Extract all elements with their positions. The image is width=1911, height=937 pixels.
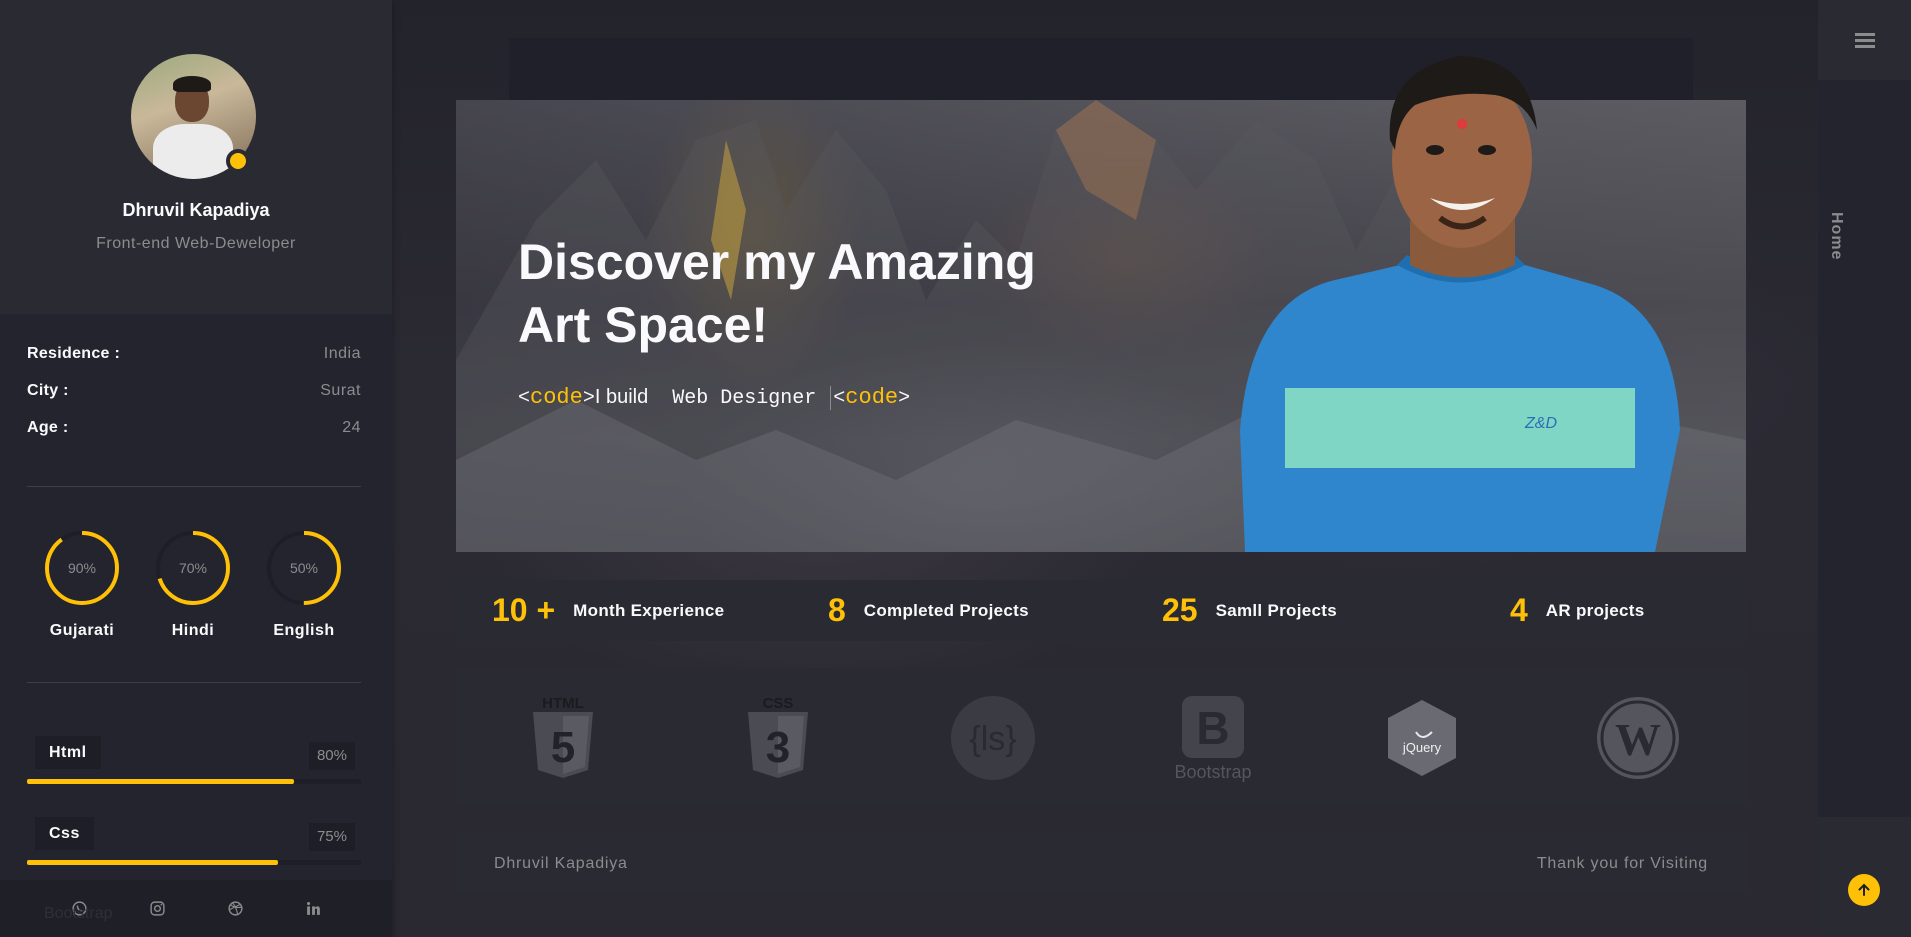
- skill-name: Css: [35, 817, 94, 850]
- stat-label: Completed Projects: [863, 600, 1029, 620]
- skill-name: Html: [35, 736, 101, 769]
- language-name: English: [273, 622, 335, 639]
- typing-cursor: [830, 385, 832, 410]
- language-name: Hindi: [171, 622, 215, 639]
- nav-home-label[interactable]: Home: [1827, 212, 1845, 292]
- stat-label: AR projects: [1545, 600, 1645, 620]
- hero-title-line2: Art Space!: [518, 297, 769, 353]
- stat-item: 4 AR projects: [1510, 580, 1645, 641]
- skill-track: [27, 860, 361, 865]
- language-progress-ring: 90%: [44, 530, 120, 606]
- language-gujarati: 90% Gujarati: [37, 530, 127, 640]
- css3-digit: 3: [766, 723, 790, 772]
- info-value: Surat: [320, 382, 361, 399]
- hamburger-icon[interactable]: [1854, 30, 1875, 51]
- html5-label: HTML: [542, 695, 584, 712]
- info-row-residence: Residence : India: [27, 345, 361, 367]
- language-hindi: 70% Hindi: [148, 530, 238, 640]
- footer-author: Dhruvil Kapadiya: [494, 854, 628, 872]
- stat-number: 8: [828, 592, 846, 628]
- language-percent: 90%: [67, 560, 97, 576]
- skill-percent: 75%: [308, 823, 355, 851]
- language-progress-ring: 50%: [266, 530, 342, 606]
- rail-bottom-panel: [1818, 817, 1911, 937]
- right-nav-rail: [1818, 0, 1911, 937]
- jquery-label: jQuery: [1402, 740, 1442, 755]
- arrow-up-icon: [1858, 883, 1870, 896]
- skill-fill: [27, 860, 278, 865]
- svg-text:Z&D: Z&D: [1524, 415, 1557, 432]
- wordpress-icon: W: [1588, 688, 1688, 788]
- stat-item: 8 Completed Projects: [828, 580, 1029, 641]
- html5-icon: HTML 5: [513, 688, 613, 788]
- jquery-icon: jQuery: [1372, 688, 1472, 788]
- info-key: Age :: [27, 419, 69, 436]
- profile-header: Dhruvil Kapadiya Front-end Web-Deweloper: [0, 0, 392, 314]
- bootstrap-letter: B: [1196, 702, 1229, 754]
- close-bracket-2: >: [898, 387, 911, 410]
- stat-item: 10 + Month Experience: [492, 580, 724, 641]
- page-footer: Dhruvil Kapadiya Thank you for Visiting: [456, 833, 1746, 894]
- language-name: Gujarati: [49, 622, 115, 639]
- skill-percent: 80%: [308, 742, 355, 770]
- stat-label: Samll Projects: [1215, 600, 1337, 620]
- css3-icon: CSS 3: [728, 688, 828, 788]
- open-bracket: <: [518, 387, 531, 410]
- hero-title: Discover my Amazing Art Space!: [518, 231, 1138, 357]
- html5-digit: 5: [551, 723, 575, 772]
- info-row-city: City : Surat: [27, 382, 361, 404]
- hero-typed-line: <code>I build Web Designer <code>: [518, 385, 910, 410]
- info-key: Residence :: [27, 345, 121, 362]
- stat-number: 25: [1162, 592, 1198, 628]
- typed-text: Web Designer: [672, 387, 817, 410]
- language-percent: 70%: [178, 560, 208, 576]
- divider: [27, 682, 361, 683]
- menu-button[interactable]: [1818, 0, 1911, 80]
- bootstrap-label: Bootstrap: [1174, 762, 1251, 782]
- stat-number: 4: [1510, 592, 1528, 628]
- skill-track: [27, 779, 361, 784]
- hero-title-line1: Discover my Amazing: [518, 234, 1036, 290]
- info-key: City :: [27, 382, 69, 399]
- code-tag-2: code: [845, 385, 899, 410]
- profile-role: Front-end Web-Deweloper: [96, 235, 296, 252]
- dribbble-icon[interactable]: [223, 897, 247, 921]
- info-value: 24: [342, 419, 361, 436]
- typed-lead: I build: [594, 386, 649, 408]
- bootstrap-icon: B Bootstrap: [1157, 688, 1257, 788]
- footer-thanks: Thank you for Visiting: [1536, 854, 1708, 872]
- skill-fill: [27, 779, 295, 784]
- wordpress-letter: W: [1615, 714, 1661, 765]
- divider: [27, 486, 361, 487]
- online-status-dot: [226, 149, 250, 173]
- less-icon: {ls}: [943, 688, 1043, 788]
- language-percent: 50%: [289, 560, 319, 576]
- less-label: {ls}: [969, 720, 1016, 758]
- stats-bar: 10 + Month Experience 8 Completed Projec…: [456, 580, 1746, 641]
- code-tag: code: [530, 385, 583, 410]
- language-progress-ring: 70%: [155, 530, 231, 606]
- open-bracket-2: <: [833, 387, 846, 410]
- close-bracket: >: [582, 387, 595, 410]
- tech-logos: HTML 5 CSS 3 {ls} B Bootstrap jQuery W: [456, 668, 1746, 806]
- profile-name: Dhruvil Kapadiya: [122, 200, 270, 220]
- linkedin-icon[interactable]: [301, 897, 325, 921]
- avatar: [131, 54, 256, 179]
- sidebar-hidden-text: Bootstrap: [44, 905, 113, 922]
- scroll-top-button[interactable]: [1848, 874, 1880, 906]
- stat-number: 10 +: [492, 592, 556, 628]
- instagram-icon[interactable]: [145, 897, 169, 921]
- stat-item: 25 Samll Projects: [1162, 580, 1337, 641]
- stat-label: Month Experience: [573, 600, 725, 620]
- info-value: India: [323, 345, 361, 362]
- hero-portrait: Z&D: [1240, 56, 1680, 552]
- language-english: 50% English: [259, 530, 349, 640]
- css3-label: CSS: [763, 695, 794, 712]
- info-sidebar: Dhruvil Kapadiya Front-end Web-Deweloper…: [0, 0, 392, 937]
- info-row-age: Age : 24: [27, 419, 361, 441]
